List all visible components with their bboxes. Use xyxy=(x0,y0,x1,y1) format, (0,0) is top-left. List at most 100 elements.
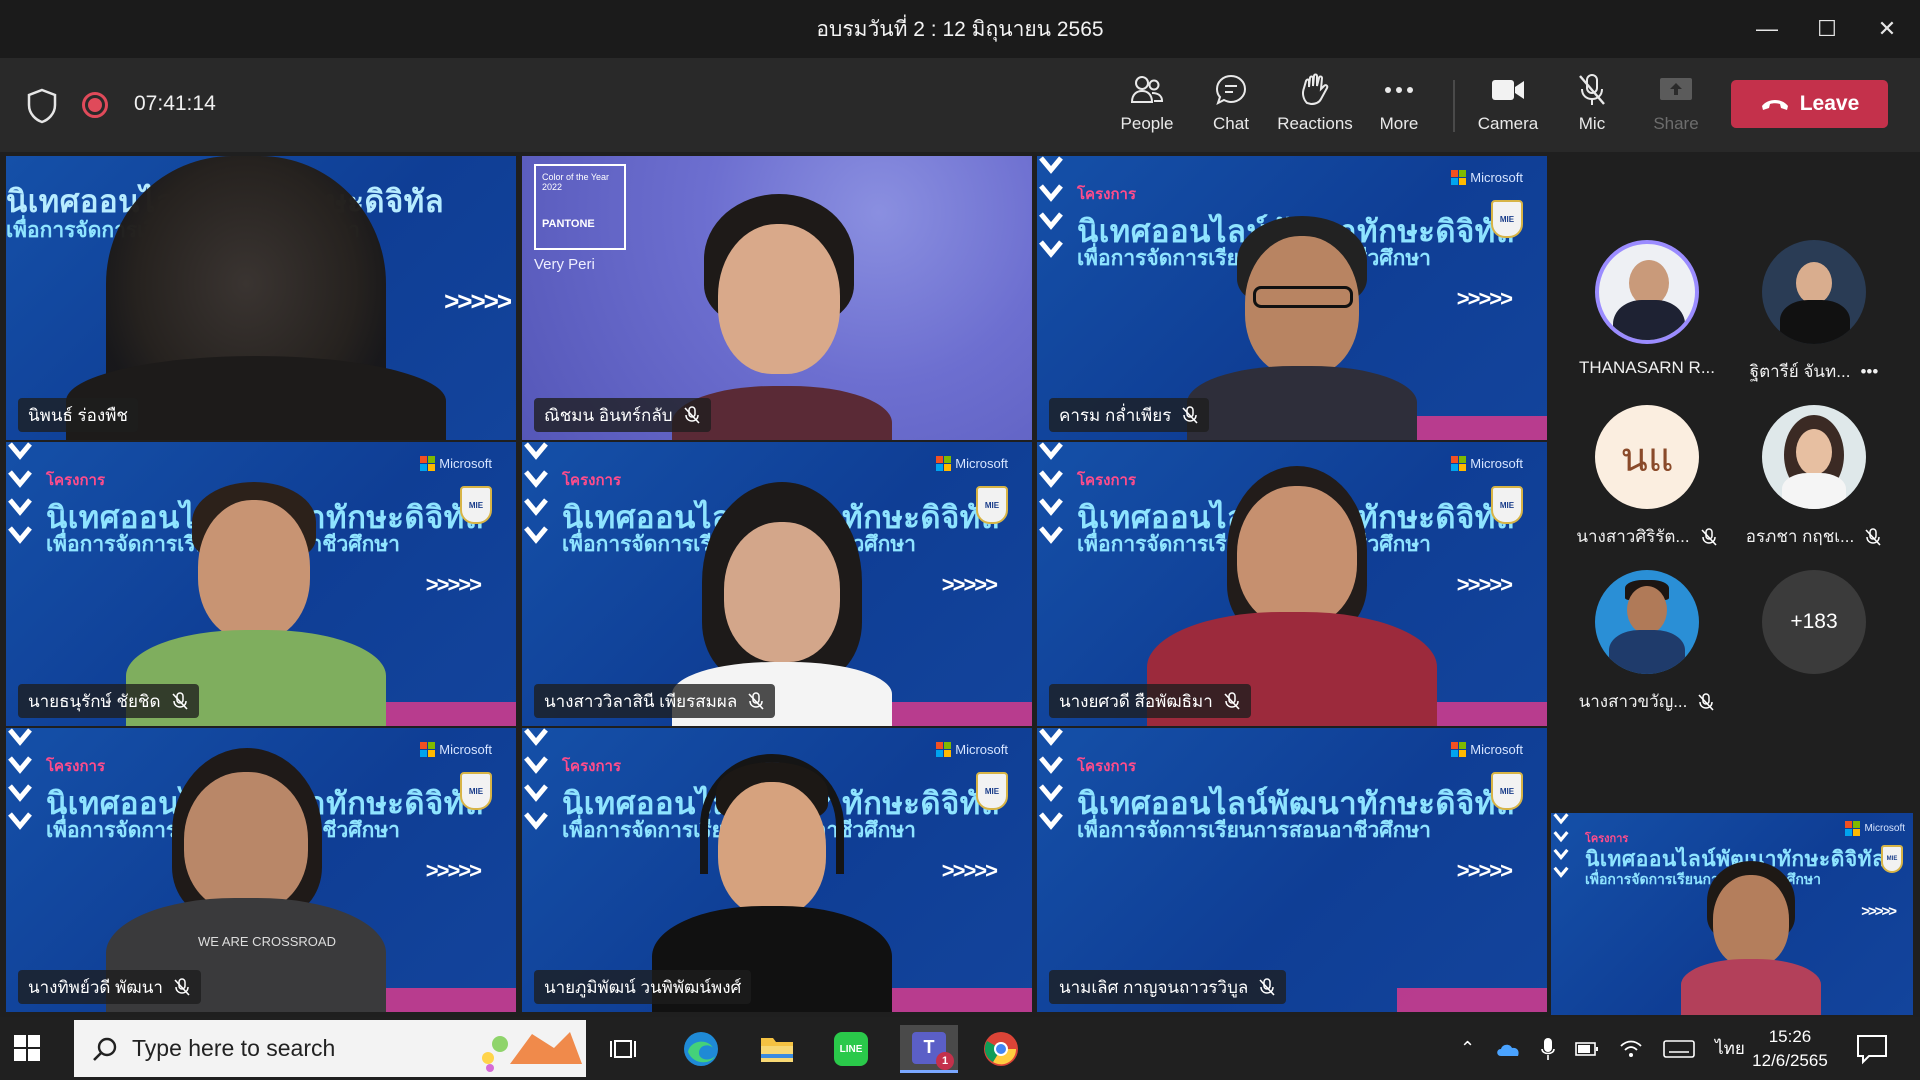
participant-name: นายธนุรักษ์ ชัยชิด xyxy=(28,691,161,711)
video-stage: นิเทศออนไลน์พัฒนาทักษะดิจิทัล เพื่อการจั… xyxy=(0,152,1920,1017)
participant-nametag: นามเลิศ กาญจนถาวรวิบูล xyxy=(1049,970,1287,1004)
microsoft-text: Microsoft xyxy=(1470,170,1523,185)
self-video xyxy=(1681,861,1821,1015)
people-label: People xyxy=(1120,114,1174,133)
camera-button[interactable]: Camera xyxy=(1466,72,1550,142)
system-tray: ⌃ ไทย xyxy=(1460,1017,1745,1080)
overflow-count: +183 xyxy=(1762,570,1866,674)
window-title: อบรมวันที่ 2 : 12 มิถุนายน 2565 xyxy=(816,17,1104,41)
shield-icon[interactable] xyxy=(26,88,58,124)
wifi-icon[interactable] xyxy=(1619,1039,1643,1059)
participant-nametag: นางทิพย์วดี พัฒนา xyxy=(18,970,201,1004)
chevron-stripe-icon xyxy=(8,442,32,544)
close-button[interactable]: ✕ xyxy=(1857,0,1917,58)
teams-app-icon[interactable]: T 1 xyxy=(900,1025,958,1073)
video-tile[interactable]: Microsoft โครงการ นิเทศออนไลน์พัฒนาทักษะ… xyxy=(522,442,1032,726)
video-tile[interactable]: Microsoft โครงการ นิเทศออนไลน์พัฒนาทักษะ… xyxy=(522,728,1032,1012)
share-button[interactable]: Share xyxy=(1634,72,1718,142)
onedrive-icon[interactable] xyxy=(1495,1041,1521,1057)
line-app-icon[interactable]: LINE xyxy=(826,1025,876,1073)
phone-hangup-icon xyxy=(1761,100,1788,110)
share-label: Share xyxy=(1653,114,1699,133)
mie-badge: MIE xyxy=(976,486,1008,524)
toolbar-divider xyxy=(1453,80,1455,132)
chat-icon xyxy=(1213,72,1249,108)
maximize-button[interactable]: ☐ xyxy=(1797,0,1857,58)
leave-label: Leave xyxy=(1799,92,1860,115)
video-tile[interactable]: Microsoft โครงการ นิเทศออนไลน์พัฒนาทักษะ… xyxy=(1037,442,1547,726)
participant-nametag: นิพนธ์ ร่องพืช xyxy=(18,398,138,432)
microphone-icon[interactable] xyxy=(1541,1037,1555,1061)
mie-badge: MIE xyxy=(976,772,1008,810)
participant-nametag: นายภูมิพัฒน์ วนพิพัฒน์พงศ์ xyxy=(534,970,752,1004)
chevrons-icon: >>>>> xyxy=(1456,858,1513,883)
windows-taskbar: Type here to search LINE T 1 ⌃ ไทย 15:26… xyxy=(0,1017,1920,1080)
avatar xyxy=(1762,405,1866,509)
more-icon xyxy=(1381,72,1417,108)
more-options-icon[interactable]: ••• xyxy=(1860,362,1878,382)
banner-strip xyxy=(882,988,1032,1012)
participant-name: นางสาววิลาสินี เพียรสมผล xyxy=(544,691,738,711)
participant-avatar-tile[interactable]: นแ นางสาวศิริรัต... xyxy=(1572,405,1722,555)
taskbar-search-box[interactable]: Type here to search xyxy=(74,1020,586,1077)
video-tile[interactable]: Color of the Year 2022 PANTONE Very Peri… xyxy=(522,156,1032,440)
reactions-button[interactable]: Reactions xyxy=(1273,72,1357,142)
battery-icon[interactable] xyxy=(1575,1041,1599,1056)
participant-avatar-tile[interactable]: อรภชา กฤชเ... xyxy=(1739,405,1889,555)
chevrons-icon: >>>>> xyxy=(941,858,998,883)
microsoft-logo: Microsoft xyxy=(420,456,492,471)
task-view-icon[interactable] xyxy=(598,1025,648,1073)
microsoft-text: Microsoft xyxy=(955,456,1008,471)
banner-strip xyxy=(1397,416,1547,440)
meeting-timer: 07:41:14 xyxy=(134,92,216,115)
file-explorer-icon[interactable] xyxy=(752,1025,802,1073)
video-tile[interactable]: Microsoft โครงการ นิเทศออนไลน์พัฒนาทักษะ… xyxy=(1037,156,1547,440)
participant-name: นางทิพย์วดี พัฒนา xyxy=(28,977,163,997)
participant-avatar-tile[interactable]: ฐิตารีย์ จันท... ••• xyxy=(1739,240,1889,390)
very-peri-text: Very Peri xyxy=(534,256,595,273)
teams-badge: 1 xyxy=(936,1051,954,1070)
banner-strip xyxy=(366,702,516,726)
leave-button[interactable]: Leave xyxy=(1731,80,1888,128)
banner-strip xyxy=(882,702,1032,726)
chat-button[interactable]: Chat xyxy=(1189,72,1273,142)
minimize-button[interactable]: — xyxy=(1737,0,1797,58)
mic-off-icon xyxy=(1182,406,1198,424)
microsoft-logo: Microsoft xyxy=(1451,456,1523,471)
taskbar-clock[interactable]: 15:26 12/6/2565 xyxy=(1740,1025,1840,1073)
video-tile[interactable]: Microsoft โครงการ นิเทศออนไลน์พัฒนาทักษะ… xyxy=(1037,728,1547,1012)
banner-label: โครงการ xyxy=(46,758,106,775)
participant-avatar-tile[interactable]: นางสาวขวัญ... xyxy=(1572,570,1722,720)
video-tile[interactable]: Microsoft โครงการ นิเทศออนไลน์พัฒนาทักษะ… xyxy=(6,728,516,1012)
chrome-browser-icon[interactable] xyxy=(976,1025,1026,1073)
edge-browser-icon[interactable] xyxy=(676,1025,726,1073)
show-hidden-icons-icon[interactable]: ⌃ xyxy=(1460,1038,1475,1059)
mic-button[interactable]: Mic xyxy=(1550,72,1634,142)
mie-badge: MIE xyxy=(1491,486,1523,524)
video-tile[interactable]: นิเทศออนไลน์พัฒนาทักษะดิจิทัล เพื่อการจั… xyxy=(6,156,516,440)
participant-name: นามเลิศ กาญจนถาวรวิบูล xyxy=(1059,977,1249,997)
microsoft-logo: Microsoft xyxy=(1845,821,1905,836)
title-bar: อบรมวันที่ 2 : 12 มิถุนายน 2565 — ☐ ✕ xyxy=(0,0,1920,58)
people-button[interactable]: People xyxy=(1105,72,1189,142)
microsoft-logo: Microsoft xyxy=(936,742,1008,757)
microsoft-text: Microsoft xyxy=(955,742,1008,757)
more-button[interactable]: More xyxy=(1357,72,1441,142)
self-view-tile[interactable]: Microsoft โครงการ นิเทศออนไลน์พัฒนาทักษะ… xyxy=(1551,813,1913,1015)
banner-label: โครงการ xyxy=(1077,758,1137,775)
video-tile[interactable]: Microsoft โครงการ นิเทศออนไลน์พัฒนาทักษะ… xyxy=(6,442,516,726)
overflow-participants[interactable]: +183 xyxy=(1739,570,1889,720)
banner-subtitle: เพื่อการจัดการเรียนการสอนอาชีวศึกษา xyxy=(1077,819,1431,842)
banner-label: โครงการ xyxy=(562,758,622,775)
search-placeholder: Type here to search xyxy=(132,1035,336,1061)
shirt-text: WE ARE CROSSROAD xyxy=(198,934,336,949)
keyboard-icon[interactable] xyxy=(1663,1039,1695,1059)
microsoft-text: Microsoft xyxy=(439,456,492,471)
windows-start-icon[interactable] xyxy=(14,1035,40,1061)
banner-label: โครงการ xyxy=(1077,472,1137,489)
mic-off-icon xyxy=(1259,978,1275,996)
chevron-stripe-icon xyxy=(1039,728,1063,830)
microsoft-logo: Microsoft xyxy=(1451,742,1523,757)
notification-center-icon[interactable] xyxy=(1855,1033,1889,1065)
participant-avatar-tile[interactable]: THANASARN R... xyxy=(1572,240,1722,390)
